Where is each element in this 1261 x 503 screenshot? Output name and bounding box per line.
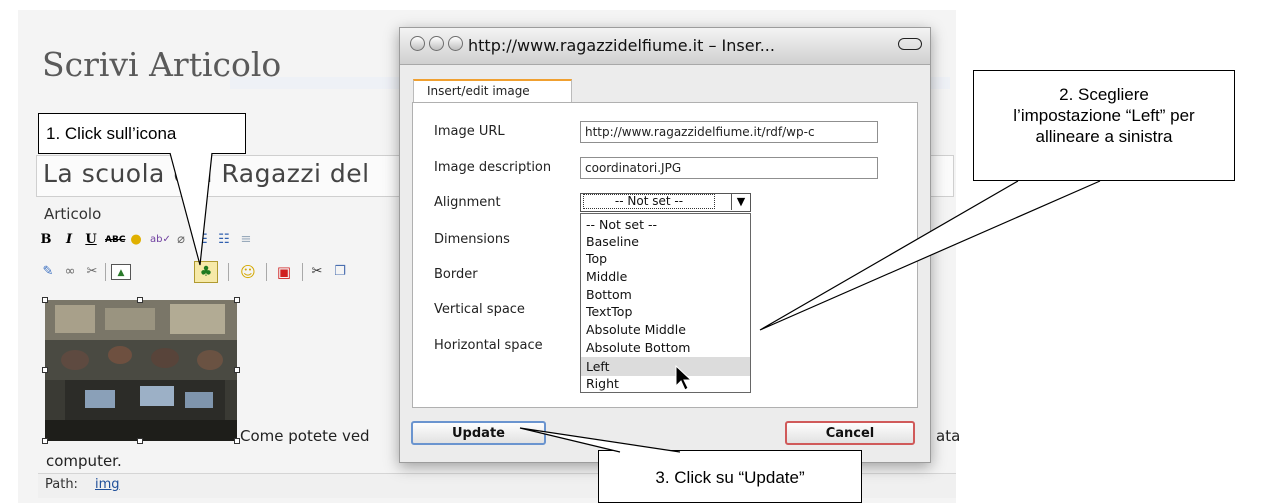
selected-image[interactable] [45,300,237,441]
dropdown-option-left[interactable]: Left [586,358,746,375]
callout-step-1-text: 1. Click sull’icona [46,124,177,143]
toolbar-separator [266,263,267,281]
callout-step-3-text: 3. Click su “Update” [655,468,805,487]
content-text-line2: computer. [46,452,122,470]
unlink-icon[interactable]: ✂ [84,264,100,280]
resize-handle[interactable] [42,297,48,303]
resize-handle[interactable] [42,438,48,444]
insert-image-icon[interactable]: ▲ [111,264,131,280]
dropdown-option-not-set[interactable]: -- Not set -- [586,216,746,233]
dropdown-option-baseline[interactable]: Baseline [586,233,746,250]
page-title: Scrivi Articolo [42,45,282,84]
resize-handle[interactable] [234,367,240,373]
border-label: Border [434,267,478,282]
content-text: Come potete ved [240,427,370,445]
italic-icon[interactable]: I [61,232,77,248]
resize-handle[interactable] [42,367,48,373]
underline-icon[interactable]: U [83,232,99,248]
bold-icon[interactable]: B [38,232,54,248]
zoom-window-icon[interactable] [448,36,463,51]
dropdown-option-right[interactable]: Right [586,375,746,392]
close-window-icon[interactable] [410,36,425,51]
image-url-label: Image URL [434,124,505,139]
vertical-space-label: Vertical space [434,302,525,317]
edit-icon[interactable]: ✎ [40,264,56,280]
dialog-title: http://www.ragazzidelfiume.it – Inser... [468,36,775,55]
dropdown-option-absolute-middle[interactable]: Absolute Middle [586,321,746,338]
image-url-input[interactable]: http://www.ragazzidelfiume.it/rdf/wp-c [580,121,878,143]
post-title-text: La scuola dei Ragazzi del [43,159,370,188]
strikethrough-icon[interactable]: ABC [105,232,125,248]
toolbar-separator [228,263,229,281]
eraser-icon[interactable]: ⌀ [173,232,189,248]
smiley-icon[interactable]: ☺ [240,264,256,280]
path-img-link[interactable]: img [95,477,120,492]
resize-handle[interactable] [137,438,143,444]
unordered-list-icon[interactable]: ☷ [216,232,232,248]
callout-step-2-line3: allineare a sinistra [1035,127,1173,146]
path-label: Path: [45,477,78,492]
dropdown-option-absolute-bottom[interactable]: Absolute Bottom [586,339,746,356]
dropdown-option-top[interactable]: Top [586,250,746,267]
cut-icon[interactable]: ✂ [309,264,325,280]
dropdown-option-bottom[interactable]: Bottom [586,286,746,303]
outdent-icon[interactable]: ≡ [238,232,254,248]
insert-image-advanced-icon[interactable]: ♣ [194,261,218,283]
callout-step-2-line1: 2. Scegliere [1059,85,1149,104]
article-label: Articolo [44,205,102,223]
link-icon[interactable]: ∞ [62,264,78,280]
callout-step-2-line2: l’impostazione “Left” per [1013,106,1195,125]
ordered-list-icon[interactable]: ☰ [194,232,210,248]
dropdown-option-middle[interactable]: Middle [586,268,746,285]
spellcheck-icon[interactable]: ab✓ [150,232,171,248]
horizontal-space-label: Horizontal space [434,338,543,353]
content-text-tail: ata [936,427,961,445]
smiley-small-icon[interactable]: ● [128,232,144,248]
resize-handle[interactable] [234,297,240,303]
cancel-button[interactable]: Cancel [785,421,915,445]
minimize-window-icon[interactable] [429,36,444,51]
toolbar-separator [105,263,106,281]
chevron-down-icon[interactable]: ▼ [731,194,750,210]
copy-icon[interactable]: ❐ [332,264,348,280]
toolbar-separator [302,263,303,281]
image-description-input[interactable]: coordinatori.JPG [580,157,878,179]
toolbar-toggle-icon[interactable] [898,38,922,50]
resize-handle[interactable] [137,297,143,303]
update-button[interactable]: Update [411,421,546,445]
image-description-label: Image description [434,160,552,175]
stop-icon[interactable]: ▣ [276,264,292,280]
dimensions-label: Dimensions [434,232,510,247]
tab-label: Insert/edit image [427,84,530,98]
alignment-select-value: -- Not set -- [583,194,715,209]
dropdown-option-texttop[interactable]: TextTop [586,303,746,320]
alignment-label: Alignment [434,195,501,210]
